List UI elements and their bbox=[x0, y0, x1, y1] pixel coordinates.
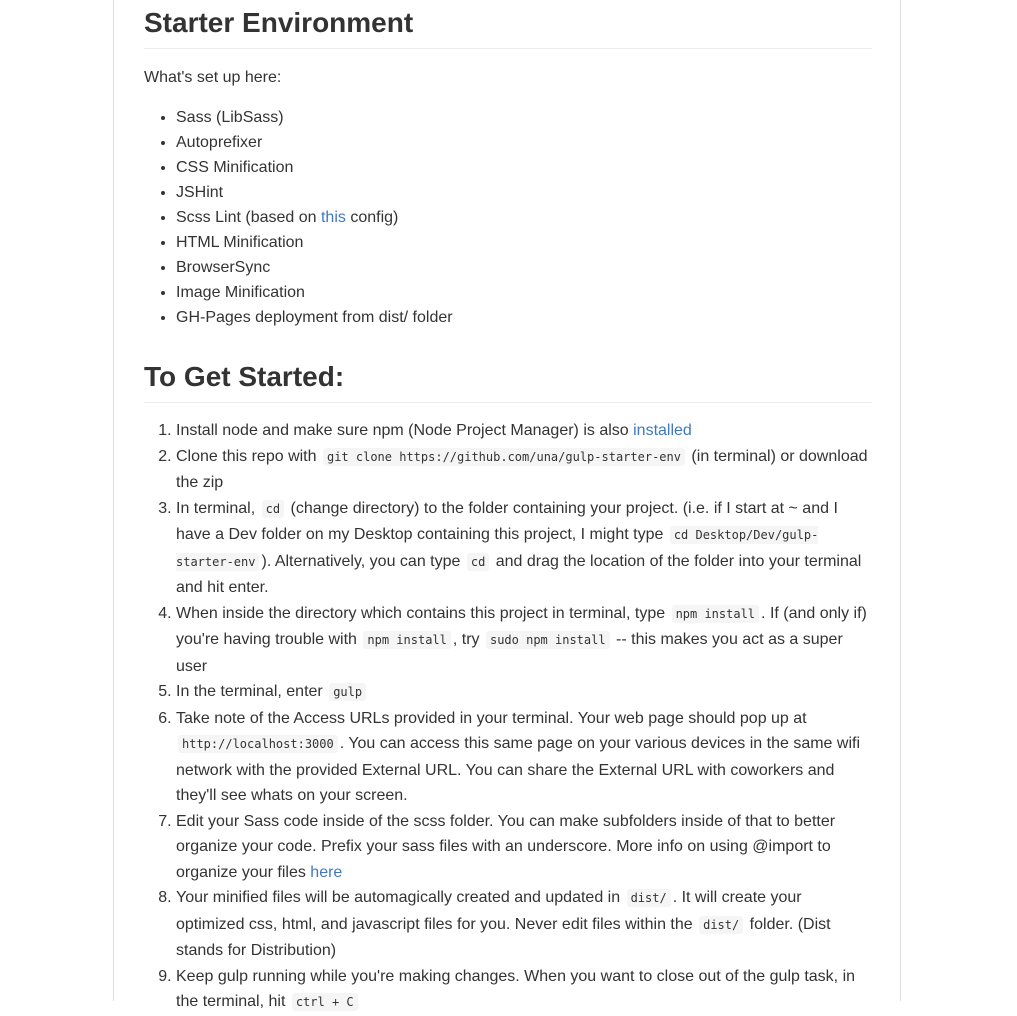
code-snippet: ctrl + C bbox=[291, 993, 358, 1011]
code-snippet: http://localhost:3000 bbox=[178, 735, 338, 753]
heading-to-get-started: To Get Started: bbox=[144, 360, 872, 403]
code-snippet: npm install bbox=[671, 604, 760, 623]
step-item: Edit your Sass code inside of the scss f… bbox=[176, 809, 872, 886]
readme-content: Starter Environment What's set up here: … bbox=[144, 0, 872, 1016]
list-item: JSHint bbox=[176, 180, 872, 205]
steps-list: Install node and make sure npm (Node Pro… bbox=[144, 418, 872, 1016]
scss-lint-config-link[interactable]: this bbox=[321, 209, 346, 226]
list-item: GH-Pages deployment from dist/ folder bbox=[176, 305, 872, 330]
installed-link[interactable]: installed bbox=[633, 422, 692, 439]
readme-page: Starter Environment What's set up here: … bbox=[113, 0, 901, 1011]
step-item: Clone this repo with git clone https://g… bbox=[176, 444, 872, 496]
list-item: CSS Minification bbox=[176, 155, 872, 180]
import-info-link[interactable]: here bbox=[310, 864, 342, 881]
code-snippet: cd bbox=[261, 499, 285, 518]
step-item: In the terminal, enter gulp bbox=[176, 679, 872, 706]
list-item: Sass (LibSass) bbox=[176, 105, 872, 130]
list-item: Image Minification bbox=[176, 280, 872, 305]
list-item: BrowserSync bbox=[176, 255, 872, 280]
code-snippet: git clone https://github.com/una/gulp-st… bbox=[322, 447, 685, 466]
code-snippet: cd bbox=[466, 552, 490, 571]
step-item: In terminal, cd (change directory) to th… bbox=[176, 496, 872, 601]
list-item: HTML Minification bbox=[176, 230, 872, 255]
step-item: Keep gulp running while you're making ch… bbox=[176, 964, 872, 1016]
step-item: Your minified files will be automagicall… bbox=[176, 885, 872, 964]
list-item: Scss Lint (based on this config) bbox=[176, 205, 872, 230]
feature-list: Sass (LibSass) Autoprefixer CSS Minifica… bbox=[144, 105, 872, 330]
intro-text: What's set up here: bbox=[144, 69, 282, 86]
list-item: Autoprefixer bbox=[176, 130, 872, 155]
step-item: Take note of the Access URLs provided in… bbox=[176, 706, 872, 809]
step-item: When inside the directory which contains… bbox=[176, 601, 872, 680]
code-snippet: npm install bbox=[363, 631, 451, 649]
step-item: Install node and make sure npm (Node Pro… bbox=[176, 418, 872, 444]
code-snippet: dist/ bbox=[626, 889, 671, 907]
code-snippet: dist/ bbox=[699, 915, 744, 934]
code-snippet: gulp bbox=[329, 683, 367, 701]
heading-starter-environment: Starter Environment bbox=[144, 6, 872, 49]
code-snippet: sudo npm install bbox=[485, 631, 610, 649]
